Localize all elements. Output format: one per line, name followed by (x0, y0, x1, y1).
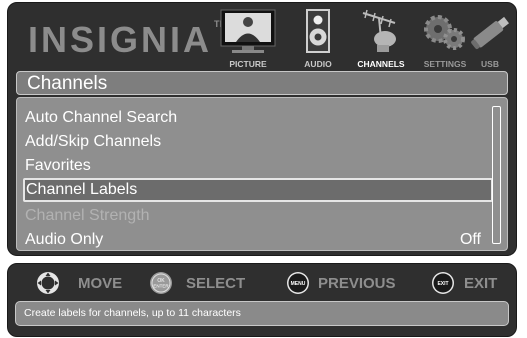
tab-picture[interactable]: PICTURE (216, 9, 280, 69)
antenna-icon (362, 9, 396, 52)
menu-item-add-skip-channels[interactable]: Add/Skip Channels (25, 130, 161, 154)
menu-item-auto-channel-search[interactable]: Auto Channel Search (25, 106, 177, 130)
tab-usb[interactable]: USB (458, 9, 522, 69)
tab-channels[interactable]: CHANNELS (349, 9, 413, 69)
usb-drive-icon (471, 16, 510, 50)
tab-audio[interactable]: AUDIO (286, 9, 350, 69)
enter-icon-text: ENTER (153, 284, 169, 289)
help-description-box: Create labels for channels, up to 11 cha… (15, 301, 509, 326)
exit-icon-text: EXIT (437, 281, 448, 287)
exit-button-icon: EXIT (432, 272, 454, 294)
channels-menu-list: Auto Channel Search Add/Skip Channels Fa… (16, 97, 508, 251)
menu-button-icon: MENU (287, 272, 309, 294)
menu-item-channel-labels[interactable]: Channel Labels (23, 178, 493, 202)
hint-exit: EXIT (464, 275, 498, 292)
dpad-icon (37, 272, 59, 294)
hint-move: MOVE (78, 275, 123, 292)
tab-usb-label: USB (481, 59, 499, 69)
menu-scrollbar[interactable] (492, 106, 501, 244)
menu-icon-text: MENU (291, 281, 306, 287)
menu-title-bar: Channels (16, 71, 508, 95)
picture-icon (220, 9, 276, 53)
brand-name: INSIGNIA (28, 19, 213, 60)
settings-menu-panel: INSIGNIATM PICTURE AUDIO (7, 2, 517, 256)
menu-item-audio-only[interactable]: Audio Only (25, 228, 103, 252)
tab-picture-label: PICTURE (229, 59, 267, 69)
hint-previous: PREVIOUS (318, 275, 396, 292)
menu-item-channel-strength: Channel Strength (25, 207, 150, 224)
menu-item-favorites[interactable]: Favorites (25, 154, 91, 178)
help-panel: MOVE OK ENTER SELECT MENU PREVIOUS EXIT … (7, 263, 517, 337)
audio-only-value: Off (459, 231, 481, 248)
speaker-icon (306, 9, 330, 53)
hint-select: SELECT (186, 275, 246, 292)
ok-enter-button-icon: OK ENTER (150, 272, 172, 294)
menu-title: Channels (27, 73, 108, 94)
help-description: Create labels for channels, up to 11 cha… (24, 307, 241, 319)
brand-logo: INSIGNIATM (28, 19, 227, 61)
